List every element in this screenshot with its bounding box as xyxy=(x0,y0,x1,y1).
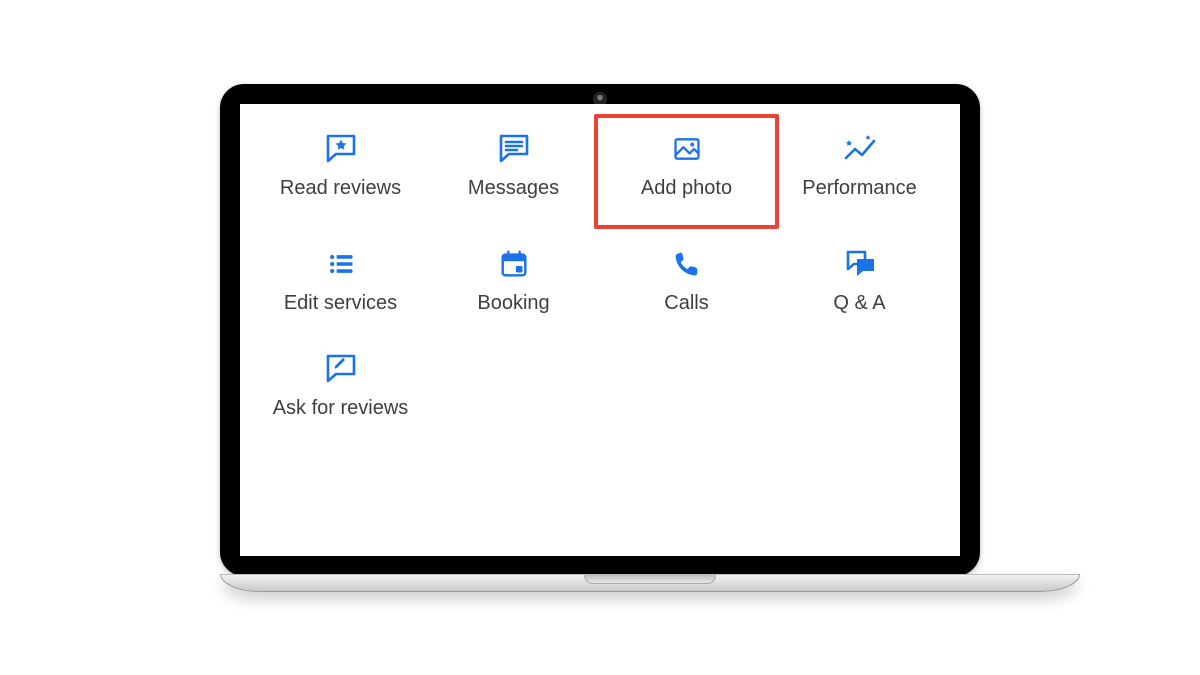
tile-performance[interactable]: Performance xyxy=(773,132,946,211)
phone-icon xyxy=(670,247,704,281)
canvas: Read reviews Messages xyxy=(0,0,1200,675)
tile-label: Performance xyxy=(802,176,917,201)
laptop-bezel: Read reviews Messages xyxy=(220,84,980,576)
tile-booking[interactable]: Booking xyxy=(427,247,600,316)
tile-label: Edit services xyxy=(284,291,397,316)
tile-label: Add photo xyxy=(641,176,732,201)
laptop-mockup: Read reviews Messages xyxy=(220,84,980,592)
tile-label: Read reviews xyxy=(280,176,401,201)
tile-messages[interactable]: Messages xyxy=(427,132,600,211)
laptop-base xyxy=(220,574,1080,592)
booking-icon xyxy=(497,247,531,281)
tile-label: Calls xyxy=(664,291,708,316)
action-grid: Read reviews Messages xyxy=(240,104,960,445)
screen: Read reviews Messages xyxy=(240,104,960,556)
tile-ask-reviews[interactable]: Ask for reviews xyxy=(254,352,427,421)
tile-calls[interactable]: Calls xyxy=(600,247,773,316)
edit-services-icon xyxy=(324,247,358,281)
tile-label: Q & A xyxy=(833,291,885,316)
qa-icon xyxy=(843,247,877,281)
review-bubble-icon xyxy=(324,132,358,166)
messages-icon xyxy=(497,132,531,166)
ask-reviews-icon xyxy=(324,352,358,386)
add-photo-icon xyxy=(670,132,704,166)
tile-edit-services[interactable]: Edit services xyxy=(254,247,427,316)
tile-label: Messages xyxy=(468,176,559,201)
tile-label: Booking xyxy=(477,291,549,316)
tile-add-photo[interactable]: Add photo xyxy=(594,114,779,229)
performance-icon xyxy=(843,132,877,166)
tile-qa[interactable]: Q & A xyxy=(773,247,946,316)
tile-read-reviews[interactable]: Read reviews xyxy=(254,132,427,211)
tile-label: Ask for reviews xyxy=(273,396,409,421)
